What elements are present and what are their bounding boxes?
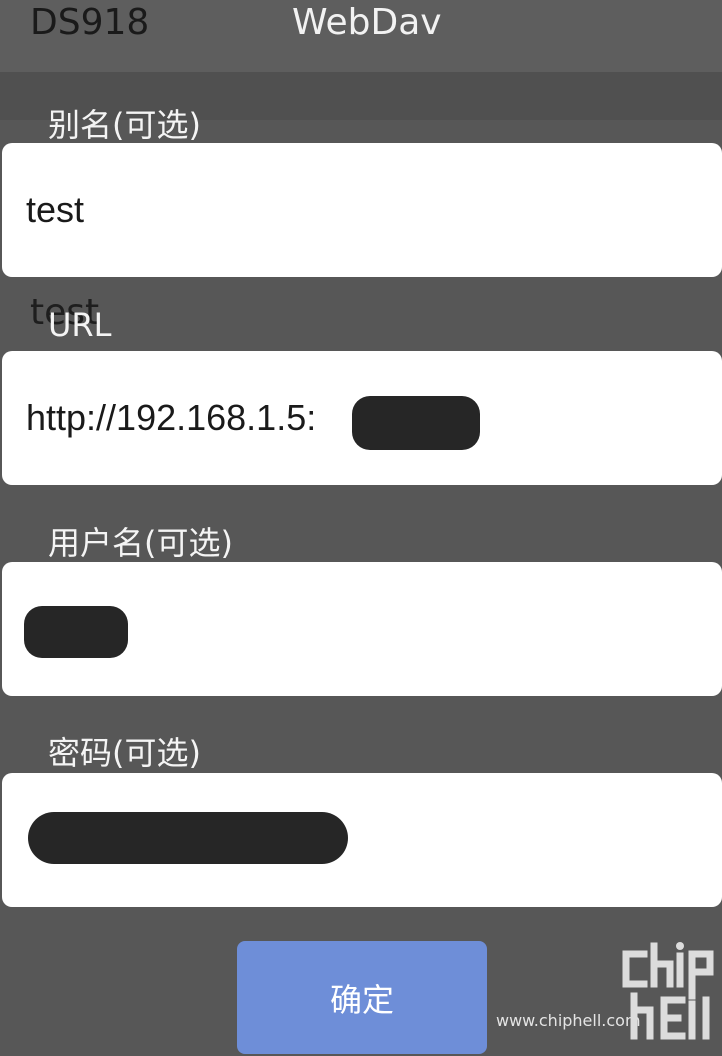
background-app-header: DS918 WebDav bbox=[0, 0, 722, 72]
confirm-button[interactable]: 确定 bbox=[237, 941, 487, 1054]
url-redaction bbox=[352, 396, 480, 450]
alias-label: 别名(可选) bbox=[48, 106, 201, 144]
chiphell-logo-icon bbox=[622, 942, 714, 1040]
url-label: URL bbox=[48, 306, 112, 344]
watermark-url: www.chiphell.com bbox=[496, 1011, 641, 1030]
username-redaction bbox=[24, 606, 128, 658]
password-redaction bbox=[28, 812, 348, 864]
protocol-title: WebDav bbox=[292, 2, 442, 43]
alias-input[interactable] bbox=[26, 189, 686, 231]
alias-field[interactable] bbox=[2, 143, 722, 277]
password-label: 密码(可选) bbox=[48, 734, 201, 772]
device-name: DS918 bbox=[30, 2, 150, 43]
username-label: 用户名(可选) bbox=[48, 524, 233, 562]
